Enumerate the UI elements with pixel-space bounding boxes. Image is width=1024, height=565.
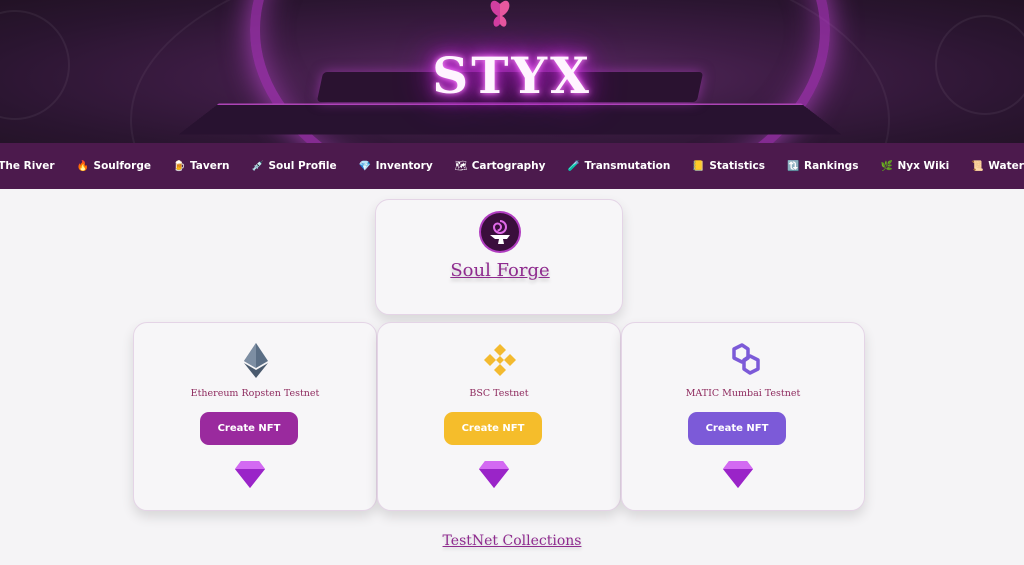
banner-platform (178, 103, 842, 135)
nav-item-nyx-wiki[interactable]: 🌿 Nyx Wiki (880, 160, 949, 172)
nav-item-label: Cartography (471, 160, 546, 172)
map-icon: 🗺 (454, 160, 468, 172)
create-nft-button[interactable]: Create NFT (688, 412, 786, 445)
nav-item-label: Tavern (189, 160, 230, 172)
gem-icon: 💎 (358, 160, 372, 172)
beer-mug-icon: 🍺 (172, 160, 186, 172)
test-tube-icon: 🧪 (567, 160, 580, 172)
testnet-collections-link[interactable]: TestNet Collections (0, 533, 1024, 549)
gem-icon (723, 461, 753, 488)
nav-item-label: Waterfall (988, 160, 1024, 172)
soul-forge-link[interactable]: Soul Forge (376, 260, 624, 281)
network-name: MATIC Mumbai Testnet (685, 388, 801, 399)
main-nav: 💧 The River 🔥 Soulforge 🍺 Tavern 💉 Soul … (0, 143, 1024, 189)
anvil-spiral-icon (481, 213, 519, 251)
scroll-icon: 📜 (971, 160, 984, 172)
nav-item-the-river[interactable]: 💧 The River (0, 160, 55, 172)
nav-item-rankings[interactable]: 🔃 Rankings (787, 160, 858, 172)
nav-item-label: Transmutation (584, 160, 671, 172)
soul-forge-card: Soul Forge (375, 199, 623, 315)
nav-item-soul-profile[interactable]: 💉 Soul Profile (251, 160, 336, 172)
nav-item-label: The River (0, 160, 55, 172)
binance-icon (484, 344, 516, 376)
ethereum-icon (244, 343, 268, 378)
herb-icon: 🌿 (880, 160, 893, 172)
network-name: Ethereum Ropsten Testnet (190, 388, 320, 399)
nav-item-label: Rankings (803, 160, 859, 172)
nav-item-label: Soulforge (93, 160, 151, 172)
nav-item-soulforge[interactable]: 🔥 Soulforge (77, 160, 151, 172)
nav-item-label: Inventory (375, 160, 433, 172)
ledger-icon: 📒 (692, 160, 705, 172)
nav-item-waterfall[interactable]: 📜 Waterfall (971, 160, 1024, 172)
network-name: BSC Testnet (469, 388, 529, 399)
nav-item-cartography[interactable]: 🗺 Cartography (455, 160, 546, 172)
syringe-icon: 💉 (251, 160, 264, 172)
nav-item-transmutation[interactable]: 🧪 Transmutation (568, 160, 671, 172)
fire-icon: 🔥 (76, 160, 89, 172)
network-card-matic: MATIC Mumbai Testnet Create NFT (621, 322, 865, 511)
site-title: STYX (432, 46, 592, 105)
nav-item-label: Soul Profile (268, 160, 337, 172)
nav-item-label: Nyx Wiki (897, 160, 950, 172)
create-nft-button[interactable]: Create NFT (444, 412, 542, 445)
gem-icon (235, 461, 265, 488)
nav-item-statistics[interactable]: 📒 Statistics (692, 160, 765, 172)
nav-item-label: Statistics (709, 160, 765, 172)
create-nft-button[interactable]: Create NFT (200, 412, 298, 445)
network-card-bsc: BSC Testnet Create NFT (377, 322, 621, 511)
polygon-icon (732, 343, 760, 375)
network-card-ethereum: Ethereum Ropsten Testnet Create NFT (133, 322, 377, 511)
arrows-cycle-icon: 🔃 (786, 160, 800, 172)
nav-item-inventory[interactable]: 💎 Inventory (359, 160, 433, 172)
butterfly-logo-icon (490, 0, 510, 27)
gem-icon (479, 461, 509, 488)
nav-item-tavern[interactable]: 🍺 Tavern (173, 160, 230, 172)
hero-banner: STYX (0, 0, 1024, 143)
